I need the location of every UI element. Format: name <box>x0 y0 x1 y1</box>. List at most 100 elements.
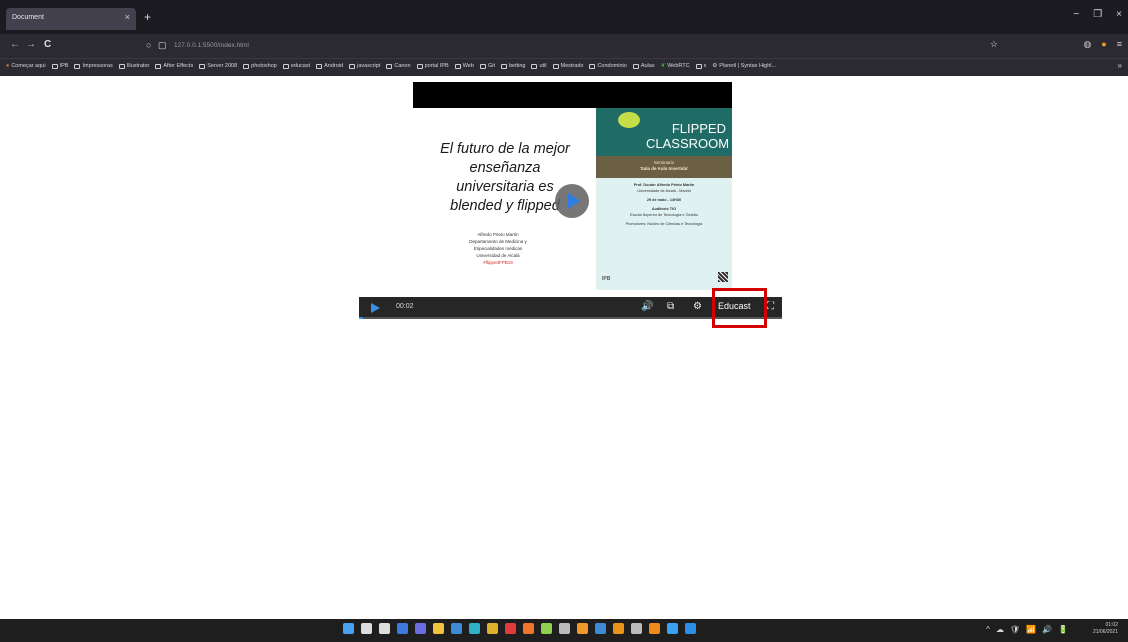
close-window-button[interactable]: × <box>1116 9 1122 20</box>
xbox-icon[interactable] <box>541 623 552 634</box>
extension-icon[interactable]: ● <box>1101 39 1106 50</box>
speaker-icon[interactable]: 🔊 <box>1042 625 1052 634</box>
bookmark-item[interactable]: Git <box>479 63 495 69</box>
folder-icon <box>316 63 323 69</box>
app-red-icon[interactable] <box>505 623 516 634</box>
folder-icon <box>552 63 559 69</box>
folder-icon <box>199 63 206 69</box>
widgets-icon[interactable] <box>397 623 408 634</box>
big-play-button[interactable] <box>555 184 589 218</box>
settings-icon[interactable] <box>559 623 570 634</box>
url-text: 127.0.0.1:5500/index.html <box>174 42 249 49</box>
edge-icon[interactable] <box>469 623 480 634</box>
bookmark-item[interactable]: Impressoras <box>74 63 113 69</box>
forward-button[interactable]: → <box>26 39 36 50</box>
minimize-button[interactable]: − <box>1073 9 1079 20</box>
bookmarks-more-icon[interactable]: » <box>1118 61 1122 70</box>
browser-nav-bar: ← → C ○ ▢ 127.0.0.1:5500/index.html ☆ ◍ … <box>0 34 1128 58</box>
bookmark-label: After Effects <box>163 63 194 69</box>
bookmark-item[interactable]: betting <box>500 63 525 69</box>
bookmark-label: javascript <box>357 63 381 69</box>
bookmark-item[interactable]: ❦ WebRTC <box>661 63 690 69</box>
search-icon[interactable] <box>361 623 372 634</box>
onedrive-icon[interactable]: ☁ <box>996 625 1004 634</box>
bookmark-label: Server 2008 <box>207 63 238 69</box>
illustrator-icon[interactable] <box>613 623 624 634</box>
defender-icon[interactable]: 🛡 <box>1010 625 1020 634</box>
poster-title-line: FLIPPED <box>671 121 726 136</box>
photoshop-icon[interactable] <box>667 623 678 634</box>
bookmark-item[interactable]: ⚙ Planetl | Syntax Highl... <box>712 63 776 69</box>
bookmark-item[interactable]: Web <box>454 63 474 69</box>
bookmark-label: Planetl | Syntax Highl... <box>719 63 777 69</box>
bookmark-item[interactable]: javascript <box>349 63 380 69</box>
notes-icon[interactable] <box>631 623 642 634</box>
wifi-icon[interactable]: 📶 <box>1026 625 1036 634</box>
pocket-icon[interactable]: ◍ <box>1083 39 1091 50</box>
current-time: 00:02 <box>396 303 414 310</box>
bookmark-item[interactable]: Condominio <box>589 63 627 69</box>
bookmark-item[interactable]: Aulas <box>632 63 655 69</box>
bookmark-star-icon[interactable]: ☆ <box>990 39 998 50</box>
bookmark-item[interactable]: portal IPB <box>416 63 449 69</box>
bookmark-label: util <box>539 63 547 69</box>
teams-chat-icon[interactable] <box>415 623 426 634</box>
bookmark-label: photoshop <box>251 63 277 69</box>
bookmark-label: Git <box>487 63 495 69</box>
volume-icon[interactable]: 🔊 <box>641 301 653 312</box>
taskbar-apps <box>343 623 696 634</box>
bookmark-item[interactable]: Canon <box>386 63 411 69</box>
battery-icon[interactable]: 🔋 <box>1058 625 1068 634</box>
mail-icon[interactable] <box>595 623 606 634</box>
bookmark-item[interactable]: photoshop <box>243 63 277 69</box>
cast-icon[interactable]: ⧉ <box>667 301 674 312</box>
bookmark-label: WebRTC <box>667 63 690 69</box>
chrome-icon[interactable] <box>487 623 498 634</box>
menu-icon[interactable]: ≡ <box>1117 39 1122 50</box>
clock[interactable]: 01:02 21/06/2021 <box>1093 622 1118 636</box>
bookmark-item[interactable]: Android <box>316 63 343 69</box>
app-orange-icon[interactable] <box>577 623 588 634</box>
vscode-icon[interactable] <box>685 623 696 634</box>
gear-icon: ⚙ <box>712 63 718 69</box>
file-explorer-icon[interactable] <box>433 623 444 634</box>
folder-icon <box>454 63 461 69</box>
author-hashtag: #flippedFPB19 <box>483 260 513 265</box>
slide-title-line: El futuro de la mejor <box>440 141 570 157</box>
poster-band: Seminario 'Sala de Aula Invertida' <box>596 156 732 178</box>
restore-button[interactable]: ❐ <box>1093 9 1102 20</box>
tray-overflow-icon[interactable]: ^ <box>986 625 990 634</box>
store-icon[interactable] <box>451 623 462 634</box>
new-tab-button[interactable]: + <box>144 10 151 24</box>
bookmark-item[interactable]: ● Começar aqui <box>6 63 46 69</box>
fullscreen-icon[interactable]: ⛶ <box>767 301 774 312</box>
task-view-icon[interactable] <box>379 623 390 634</box>
bookmark-item[interactable]: x <box>695 63 706 69</box>
bookmark-item[interactable]: util <box>531 63 547 69</box>
address-bar[interactable]: ○ ▢ 127.0.0.1:5500/index.html <box>140 38 1002 54</box>
back-button[interactable]: ← <box>10 39 20 50</box>
tab-close-icon[interactable]: × <box>125 12 130 22</box>
bookmark-item[interactable]: After Effects <box>155 63 193 69</box>
folder-icon <box>632 63 639 69</box>
tab-document[interactable]: Document × <box>6 8 136 30</box>
bookmark-item[interactable]: IPB <box>51 63 68 69</box>
settings-icon[interactable]: ⚙ <box>693 301 702 312</box>
author-line: Alfredo Prieto Martín <box>477 232 519 237</box>
bookmark-item[interactable]: Mestrado <box>552 63 583 69</box>
folder-icon <box>349 63 356 69</box>
poster-school: Escola Superior de Tecnologia e Gestão <box>630 213 698 217</box>
bookmark-item[interactable]: Illustrator <box>118 63 149 69</box>
vlc-icon[interactable] <box>649 623 660 634</box>
reload-button[interactable]: C <box>44 39 51 50</box>
bookmark-item[interactable]: Server 2008 <box>199 63 237 69</box>
windows-start-icon[interactable] <box>343 623 354 634</box>
video-player[interactable]: El futuro de la mejor enseñanza universi… <box>413 82 732 290</box>
browser-tab-bar: Document × + − ❐ × <box>0 0 1128 34</box>
play-button[interactable] <box>371 303 380 313</box>
taskbar: ^ ☁ 🛡 📶 🔊 🔋 01:02 21/06/2021 <box>0 619 1128 642</box>
clock-time: 01:02 <box>1105 622 1118 628</box>
slide-author-block: Alfredo Prieto Martín Departamento de Me… <box>433 231 563 266</box>
bookmark-item[interactable]: educast <box>282 63 310 69</box>
firefox-icon[interactable] <box>523 623 534 634</box>
